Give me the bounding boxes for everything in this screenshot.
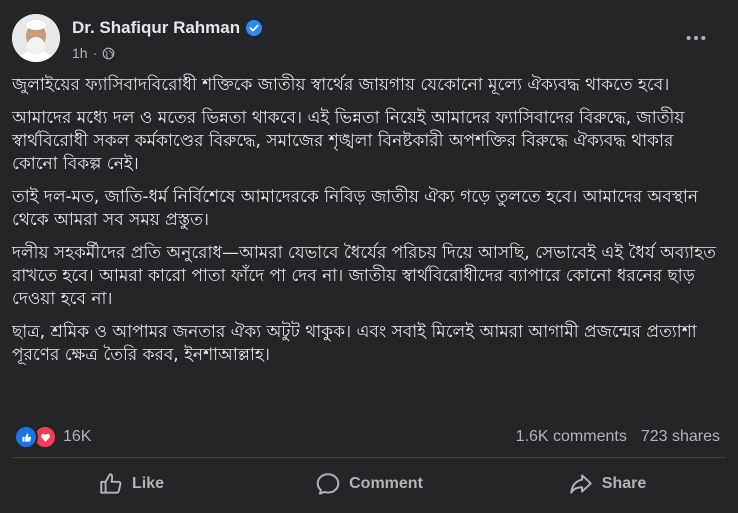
reaction-summary[interactable]: 16K xyxy=(14,425,91,449)
share-label: Share xyxy=(601,475,647,492)
post-paragraph: জুলাইয়ের ফ্যাসিবাদবিরোধী শক্তিকে জাতীয়… xyxy=(12,75,670,95)
reaction-count[interactable]: 16K xyxy=(63,428,91,446)
comment-label: Comment xyxy=(349,475,423,492)
post-paragraph: ছাত্র, শ্রমিক ও আপামর জনতার ঐক্য অটুট থা… xyxy=(12,322,697,365)
more-icon xyxy=(686,35,706,41)
comment-button[interactable]: Comment xyxy=(250,462,488,506)
globe-icon xyxy=(102,47,115,59)
shares-count[interactable]: 723 shares xyxy=(641,428,720,446)
comment-icon xyxy=(316,473,340,495)
more-options-button[interactable] xyxy=(684,28,708,48)
post-timestamp[interactable]: 1h xyxy=(72,45,88,61)
share-icon xyxy=(570,474,592,494)
divider xyxy=(12,457,726,458)
share-button[interactable]: Share xyxy=(488,462,726,506)
like-label: Like xyxy=(131,475,164,492)
like-button[interactable]: Like xyxy=(12,462,250,506)
post-header: Dr. Shafiqur Rahman 1h · xyxy=(12,12,726,68)
reactions-bar: 16K 1.6K comments 723 shares xyxy=(14,424,720,450)
meta-separator: · xyxy=(92,45,98,61)
post-paragraph: তাই দল-মত, জাতি-ধর্ম নির্বিশেষে আমাদেরকে… xyxy=(12,187,699,230)
like-icon xyxy=(100,473,122,494)
post-card: Dr. Shafiqur Rahman 1h · জুলাইয়ের ফ্যাস… xyxy=(0,0,738,513)
post-body: জুলাইয়ের ফ্যাসিবাদবিরোধী শক্তিকে জাতীয়… xyxy=(12,74,716,377)
verified-icon xyxy=(246,20,263,36)
comments-count[interactable]: 1.6K comments xyxy=(516,428,627,446)
avatar[interactable] xyxy=(12,14,60,62)
post-paragraph: দলীয় সহকর্মীদের প্রতি অনুরোধ—আমরা যেভাব… xyxy=(12,243,716,309)
author-name[interactable]: Dr. Shafiqur Rahman xyxy=(72,18,240,38)
like-reaction-icon xyxy=(14,425,38,449)
action-bar: Like Comment Share xyxy=(12,462,726,506)
post-paragraph: আমাদের মধ্যে দল ও মতের ভিন্নতা থাকবে। এই… xyxy=(12,108,685,174)
